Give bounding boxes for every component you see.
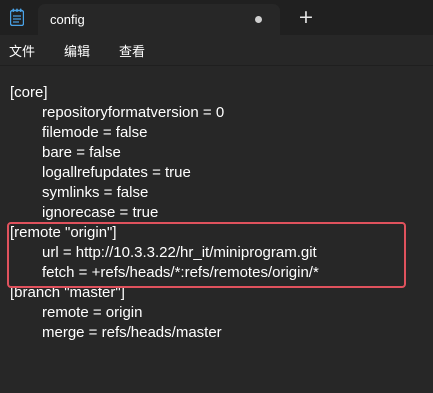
unsaved-dot-icon[interactable] — [255, 16, 262, 23]
menu-file[interactable]: 文件 — [9, 41, 35, 60]
editor-line: merge = refs/heads/master — [42, 324, 222, 341]
tab-title: config — [50, 12, 85, 27]
editor-line: symlinks = false — [42, 184, 149, 201]
editor-line: bare = false — [42, 144, 121, 161]
remote-origin-highlight — [7, 222, 406, 288]
notepad-icon — [9, 8, 25, 27]
menu-edit[interactable]: 编辑 — [64, 41, 90, 60]
editor-line: logallrefupdates = true — [42, 164, 191, 181]
title-bar: config + — [0, 0, 433, 35]
tab-config[interactable]: config — [38, 4, 280, 35]
editor-line: ignorecase = true — [42, 204, 159, 221]
new-tab-button[interactable]: + — [296, 5, 316, 29]
editor-line: filemode = false — [42, 124, 148, 141]
menu-bar: 文件 编辑 查看 — [0, 35, 433, 66]
editor-line: remote = origin — [42, 304, 143, 321]
editor-line: repositoryformatversion = 0 — [42, 104, 225, 121]
notepad-window: config + 文件 编辑 查看 [core] repositoryforma… — [0, 0, 433, 393]
editor-line: [core] — [10, 84, 48, 101]
menu-view[interactable]: 查看 — [119, 41, 145, 60]
